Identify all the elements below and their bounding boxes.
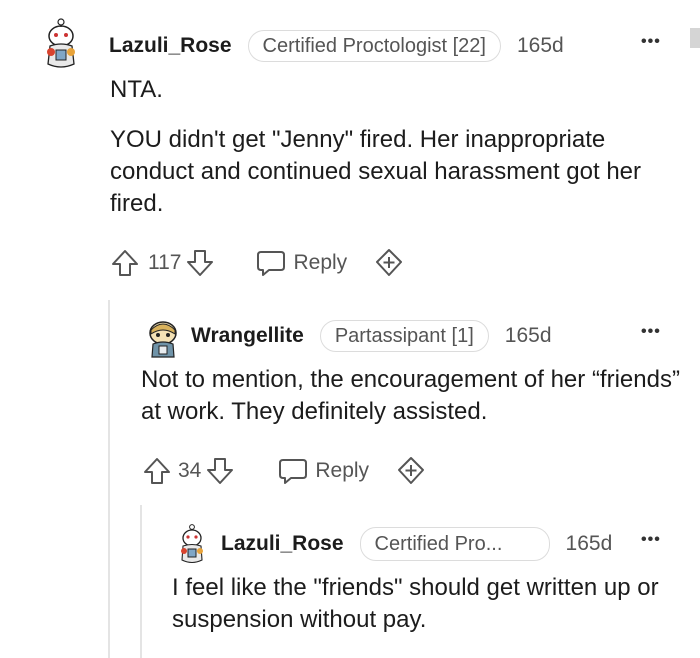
comment-actions: 34 Reply [142, 455, 427, 487]
reply-button[interactable]: Reply [255, 248, 347, 278]
speech-bubble-icon [277, 456, 309, 486]
comment-age: 165d [516, 34, 564, 57]
comment-paragraph: I feel like the "friends" should get wri… [172, 574, 659, 633]
username[interactable]: Lazuli_Rose [109, 34, 232, 58]
thread-line[interactable] [140, 505, 142, 658]
comment-age: 165d [504, 324, 552, 347]
comment-paragraph: Not to mention, the encouragement of her… [141, 366, 680, 425]
comment-body: Not to mention, the encouragement of her… [141, 364, 681, 428]
vote-count: 34 [178, 459, 202, 482]
reply-button[interactable]: Reply [277, 456, 369, 486]
avatar[interactable] [175, 522, 209, 566]
downvote-arrow-icon[interactable] [205, 456, 235, 486]
snoo-avatar-icon [181, 524, 203, 564]
more-options-icon[interactable]: ••• [641, 531, 661, 549]
award-plus-icon[interactable] [373, 247, 405, 279]
avatar[interactable] [145, 318, 181, 358]
username[interactable]: Lazuli_Rose [221, 532, 344, 556]
reply-label: Reply [293, 251, 348, 274]
avatar[interactable] [38, 14, 84, 72]
comment-actions: 117 Reply [110, 247, 405, 279]
thread-line[interactable] [108, 300, 110, 658]
scrollbar-thumb[interactable] [690, 28, 700, 48]
comment-paragraph: YOU didn't get "Jenny" fired. Her inappr… [110, 126, 642, 217]
snoo-avatar-icon [149, 321, 177, 358]
comment-body: I feel like the "friends" should get wri… [172, 572, 677, 636]
snoo-avatar-icon [47, 18, 75, 68]
reply-label: Reply [315, 459, 370, 482]
comment-body: NTA. YOU didn't get "Jenny" fired. Her i… [110, 74, 680, 220]
user-flair: Certified Pro... [359, 527, 550, 561]
speech-bubble-icon [255, 248, 287, 278]
more-options-icon[interactable]: ••• [641, 33, 661, 51]
user-flair: Partassipant [1] [319, 320, 489, 352]
upvote-arrow-icon[interactable] [142, 456, 172, 486]
more-options-icon[interactable]: ••• [641, 323, 661, 341]
downvote-arrow-icon[interactable] [185, 248, 215, 278]
username[interactable]: Wrangellite [191, 324, 304, 348]
user-flair: Certified Proctologist [22] [247, 30, 501, 62]
comment-age: 165d [565, 532, 613, 555]
award-plus-icon[interactable] [395, 455, 427, 487]
vote-count: 117 [148, 251, 182, 274]
upvote-arrow-icon[interactable] [110, 248, 140, 278]
comment-paragraph: NTA. [110, 76, 163, 103]
